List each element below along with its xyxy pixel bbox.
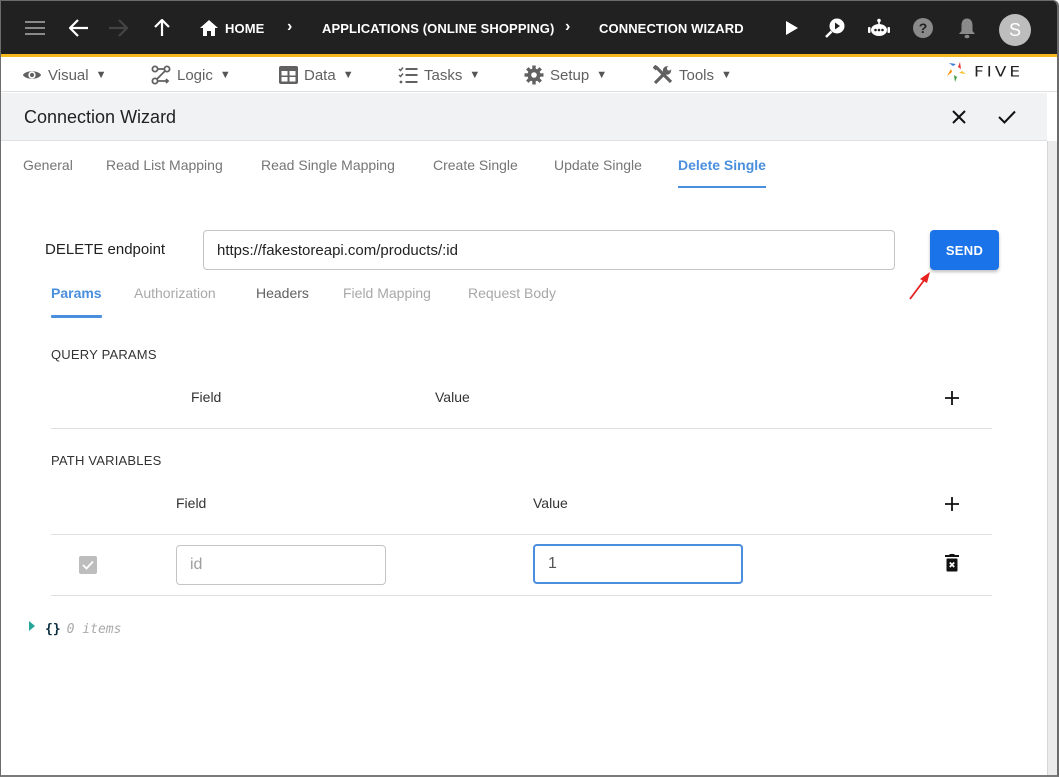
endpoint-label: DELETE endpoint xyxy=(45,241,166,258)
chevron-right-icon: › xyxy=(565,18,571,35)
query-field-header: Field xyxy=(191,389,222,405)
menu-visual[interactable]: Visual ▼ xyxy=(22,65,106,85)
caret-down-icon: ▼ xyxy=(342,69,354,81)
caret-down-icon: ▼ xyxy=(95,69,107,81)
check-icon xyxy=(998,110,1016,124)
menu-label: Setup xyxy=(550,66,590,84)
breadcrumb-connection-wizard[interactable]: CONNECTION WIZARD xyxy=(599,21,744,36)
page-title: Connection Wizard xyxy=(24,107,177,127)
checklist-icon xyxy=(398,65,418,85)
path-value-header: Value xyxy=(533,495,568,511)
forward-arrow-icon[interactable] xyxy=(105,15,131,41)
json-item-count: 0 items xyxy=(66,622,122,637)
subtab-request-body[interactable]: Request Body xyxy=(468,285,556,301)
chatbot-icon[interactable] xyxy=(866,15,892,41)
checkmark-icon xyxy=(82,560,94,570)
five-logo: FIVE xyxy=(946,61,1023,83)
gear-icon xyxy=(524,65,544,85)
bell-icon[interactable] xyxy=(954,15,980,41)
home-icon[interactable] xyxy=(196,15,222,41)
send-button[interactable]: SEND xyxy=(930,230,999,270)
play-icon[interactable] xyxy=(779,15,805,41)
vertical-scrollbar[interactable] xyxy=(1047,141,1057,775)
breadcrumb-applications[interactable]: APPLICATIONS (ONLINE SHOPPING) xyxy=(322,21,554,36)
breadcrumb-home[interactable]: HOME xyxy=(225,21,264,36)
close-icon xyxy=(952,110,966,124)
top-bar: HOME › APPLICATIONS (ONLINE SHOPPING) › … xyxy=(1,1,1057,57)
plus-icon xyxy=(945,391,959,405)
active-subtab-indicator xyxy=(51,315,102,318)
menu-setup[interactable]: Setup ▼ xyxy=(524,65,607,85)
app-window: HOME › APPLICATIONS (ONLINE SHOPPING) › … xyxy=(0,0,1059,777)
path-field-input[interactable] xyxy=(176,545,386,585)
tab-general[interactable]: General xyxy=(23,157,73,173)
path-value-input[interactable] xyxy=(533,544,743,584)
confirm-button[interactable] xyxy=(995,105,1019,129)
svg-text:?: ? xyxy=(919,20,928,36)
json-viewer: {} 0 items xyxy=(29,620,122,637)
path-field-header: Field xyxy=(176,495,207,511)
menu-tools[interactable]: Tools ▼ xyxy=(653,65,732,85)
add-query-param-button[interactable] xyxy=(942,388,962,408)
menu-logic[interactable]: Logic ▼ xyxy=(151,65,231,85)
json-braces: {} xyxy=(45,622,61,637)
divider xyxy=(51,595,992,596)
menu-data[interactable]: Data ▼ xyxy=(278,65,354,85)
endpoint-input[interactable] xyxy=(203,230,895,270)
plus-icon xyxy=(945,497,959,511)
menu-label: Tasks xyxy=(424,66,463,84)
form-header: Connection Wizard xyxy=(1,93,1047,141)
back-arrow-icon[interactable] xyxy=(66,15,92,41)
row-checkbox[interactable] xyxy=(79,556,97,574)
caret-down-icon: ▼ xyxy=(596,69,608,81)
path-variables-title: PATH VARIABLES xyxy=(51,453,162,468)
menu-icon[interactable] xyxy=(22,15,48,41)
caret-down-icon: ▼ xyxy=(721,69,732,81)
menu-tasks[interactable]: Tasks ▼ xyxy=(398,65,480,85)
tab-read-single-mapping[interactable]: Read Single Mapping xyxy=(261,157,395,173)
subtab-params[interactable]: Params xyxy=(51,285,102,301)
tab-create-single[interactable]: Create Single xyxy=(433,157,518,173)
logic-flow-icon xyxy=(151,65,171,85)
caret-down-icon: ▼ xyxy=(219,69,231,81)
eye-icon xyxy=(22,65,42,85)
menu-label: Data xyxy=(304,66,336,84)
tab-read-list-mapping[interactable]: Read List Mapping xyxy=(106,157,223,173)
caret-down-icon: ▼ xyxy=(469,69,481,81)
subtab-authorization[interactable]: Authorization xyxy=(134,285,216,301)
up-arrow-icon[interactable] xyxy=(149,15,175,41)
wrench-screwdriver-icon xyxy=(653,65,673,85)
subtab-headers[interactable]: Headers xyxy=(256,285,309,301)
avatar[interactable]: S xyxy=(999,14,1031,46)
chevron-right-icon: › xyxy=(287,18,293,35)
query-value-header: Value xyxy=(435,389,470,405)
table-grid-icon xyxy=(278,65,298,85)
delete-row-icon[interactable] xyxy=(942,554,962,576)
subtab-field-mapping[interactable]: Field Mapping xyxy=(343,285,431,301)
add-path-variable-button[interactable] xyxy=(942,494,962,514)
query-params-title: QUERY PARAMS xyxy=(51,347,157,362)
divider xyxy=(51,534,992,535)
logo-text: FIVE xyxy=(974,63,1024,81)
active-tab-indicator xyxy=(678,186,766,188)
five-logo-icon xyxy=(947,62,966,82)
tab-update-single[interactable]: Update Single xyxy=(554,157,642,173)
divider xyxy=(51,428,992,429)
menu-bar: Visual ▼ Logic ▼ Data ▼ Tasks ▼ Setup ▼ … xyxy=(1,57,1057,92)
annotation-arrow-icon xyxy=(909,272,930,300)
help-icon[interactable]: ? xyxy=(910,15,936,41)
close-button[interactable] xyxy=(947,105,971,129)
expand-caret-icon[interactable] xyxy=(29,620,35,631)
menu-label: Tools xyxy=(679,66,715,84)
menu-label: Visual xyxy=(48,66,89,84)
search-play-icon[interactable] xyxy=(822,15,848,41)
menu-label: Logic xyxy=(177,66,213,84)
tab-delete-single[interactable]: Delete Single xyxy=(678,157,766,173)
